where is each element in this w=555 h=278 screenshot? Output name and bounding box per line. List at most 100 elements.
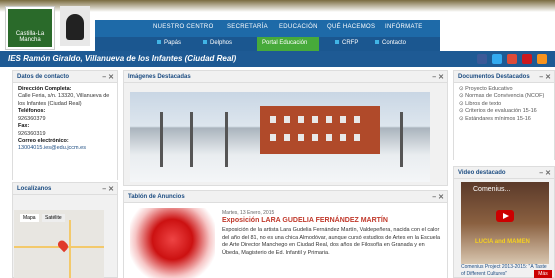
contact-header-title: Datos de contacto xyxy=(17,74,70,80)
window xyxy=(340,134,346,141)
window xyxy=(270,116,276,123)
window xyxy=(298,116,304,123)
page: Castilla-La Mancha NUESTRO CENTRO SECRET… xyxy=(0,0,555,278)
documents-list: ⊙ Proyecto Educativo ⊙ Normas de Convive… xyxy=(454,83,554,160)
tree xyxy=(190,112,193,167)
nav-portal-educacion-label: Portal Educación xyxy=(262,40,308,46)
nav-que-hacemos[interactable]: QUÉ HACEMOS xyxy=(327,24,375,30)
notice-board-header-title: Tablón de Anuncios xyxy=(128,194,185,200)
doc-label: Criterios de evaluación 15-16 xyxy=(465,108,537,115)
exhibition-image[interactable] xyxy=(130,208,215,278)
twitter-icon[interactable] xyxy=(492,54,502,64)
nav-crfp[interactable]: CRFP xyxy=(335,40,358,46)
phone-value: 926360379 xyxy=(18,115,46,122)
bullet-icon xyxy=(375,40,379,44)
map-road xyxy=(69,220,71,278)
notice-text: Exposición de la artista Lara Gudelia Fe… xyxy=(222,227,441,257)
window xyxy=(340,116,346,123)
fax-value: 926360319 xyxy=(18,130,46,137)
video-header: Video destacado – ✕ xyxy=(454,167,554,179)
tree xyxy=(225,112,228,167)
map-pin-icon[interactable] xyxy=(56,238,70,253)
featured-header: Imágenes Destacadas – ✕ xyxy=(124,71,447,83)
panel-controls-icon[interactable]: – ✕ xyxy=(102,73,114,81)
tree xyxy=(160,112,163,167)
rss-icon[interactable] xyxy=(537,54,547,64)
site-banner: IES Ramón Giraldo, Villanueva de los Inf… xyxy=(0,51,555,67)
panel-controls-icon[interactable]: – ✕ xyxy=(102,185,114,193)
nav-crfp-label: CRFP xyxy=(342,40,359,46)
window xyxy=(298,134,304,141)
map-tab-map[interactable]: Mapa xyxy=(20,214,39,222)
nav-delphos[interactable]: Delphos xyxy=(203,40,232,46)
doc-label: Proyecto Educativo xyxy=(465,86,513,92)
nav-papas-label: Papás xyxy=(164,40,182,46)
nav-papas[interactable]: Papás xyxy=(157,40,181,46)
doc-normas-convivencia[interactable]: ⊙ Normas de Convivencia (NCOF) xyxy=(459,93,549,100)
featured-image[interactable] xyxy=(130,92,430,182)
window xyxy=(354,134,360,141)
doc-label: Estándares mínimos 15-16 xyxy=(465,115,531,122)
doc-libros-texto[interactable]: ⊙ Libros de texto xyxy=(459,101,549,108)
window xyxy=(326,116,332,123)
map-tab-satellite[interactable]: Satélite xyxy=(42,214,65,222)
facebook-icon[interactable] xyxy=(477,54,487,64)
map-header-title: Localízanos xyxy=(17,186,52,192)
documents-header: Documentos Destacados – ✕ xyxy=(454,71,554,83)
doc-label: Libros de texto xyxy=(465,100,502,107)
video-thumbnail[interactable]: Comenius... LUCIA and MAMEN xyxy=(461,182,549,264)
contact-panel: Datos de contacto – ✕ Dirección Completa:… xyxy=(12,70,118,180)
window xyxy=(354,116,360,123)
site-title: IES Ramón Giraldo, Villanueva de los Inf… xyxy=(8,54,237,63)
nav-informate[interactable]: INFÓRMATE xyxy=(385,24,423,30)
address-label: Dirección Completa: xyxy=(18,86,72,92)
panel-controls-icon[interactable]: – ✕ xyxy=(432,73,444,81)
nav-delphos-label: Delphos xyxy=(210,40,233,46)
nav-secretaria[interactable]: SECRETARÍA xyxy=(227,24,268,30)
logo-text: Castilla-La Mancha xyxy=(8,9,52,47)
more-button[interactable]: Más xyxy=(534,270,552,278)
bullet-icon xyxy=(157,40,161,44)
doc-estandares-minimos[interactable]: ⊙ Estándares mínimos 15-16 xyxy=(459,116,549,123)
notice-board-header: Tablón de Anuncios – ✕ xyxy=(124,191,447,203)
tree xyxy=(400,112,403,167)
window xyxy=(312,134,318,141)
notice-title[interactable]: Exposición LARA GUDELIA FERNÁNDEZ MARTÍN xyxy=(222,217,442,224)
panel-controls-icon[interactable]: – ✕ xyxy=(432,193,444,201)
nav-nuestro-centro[interactable]: NUESTRO CENTRO xyxy=(153,24,214,30)
email-link[interactable]: 13004015.ies@edu.jccm.es xyxy=(18,145,112,152)
nav-contacto[interactable]: Contacto xyxy=(375,40,406,46)
panel-controls-icon[interactable]: – ✕ xyxy=(539,169,551,177)
featured-header-title: Imágenes Destacadas xyxy=(128,74,191,80)
documents-panel: Documentos Destacados – ✕ ⊙ Proyecto Educ… xyxy=(453,70,555,160)
logo[interactable]: Castilla-La Mancha xyxy=(5,6,55,50)
nav-contacto-label: Contacto xyxy=(382,40,407,46)
window xyxy=(284,116,290,123)
play-triangle-icon xyxy=(503,213,509,219)
notice-date: Martes, 13 Enero, 2015 xyxy=(222,210,275,216)
documents-header-title: Documentos Destacados xyxy=(458,74,530,80)
panel-controls-icon[interactable]: – ✕ xyxy=(539,73,551,81)
doc-label: Normas de Convivencia (NCOF) xyxy=(465,93,545,100)
google-plus-icon[interactable] xyxy=(507,54,517,64)
email-label: Correo electrónico: xyxy=(18,137,69,144)
person-silhouette-icon xyxy=(66,14,84,40)
primary-nav: NUESTRO CENTRO SECRETARÍA EDUCACIÓN QUÉ … xyxy=(95,20,440,37)
doc-criterios-evaluacion[interactable]: ⊙ Criterios de evaluación 15-16 xyxy=(459,108,549,115)
bullet-icon xyxy=(203,40,207,44)
youtube-icon[interactable] xyxy=(522,54,532,64)
doc-proyecto-educativo[interactable]: ⊙ Proyecto Educativo xyxy=(459,86,549,93)
window xyxy=(284,134,290,141)
window xyxy=(326,134,332,141)
nav-educacion[interactable]: EDUCACIÓN xyxy=(279,24,318,30)
video-overlay-text: LUCIA and MAMEN xyxy=(475,239,530,245)
location-map[interactable]: Mapa Satélite xyxy=(14,210,104,278)
fax-label: Fax: xyxy=(18,123,30,130)
window xyxy=(270,134,276,141)
contact-body: Dirección Completa: Calle Feria, s/n. 13… xyxy=(13,83,117,180)
profile-image xyxy=(60,6,90,46)
window xyxy=(312,116,318,123)
bullet-icon xyxy=(335,40,339,44)
nav-portal-educacion[interactable]: Portal Educación xyxy=(257,37,319,51)
phone-label: Teléfonos: xyxy=(18,108,46,115)
